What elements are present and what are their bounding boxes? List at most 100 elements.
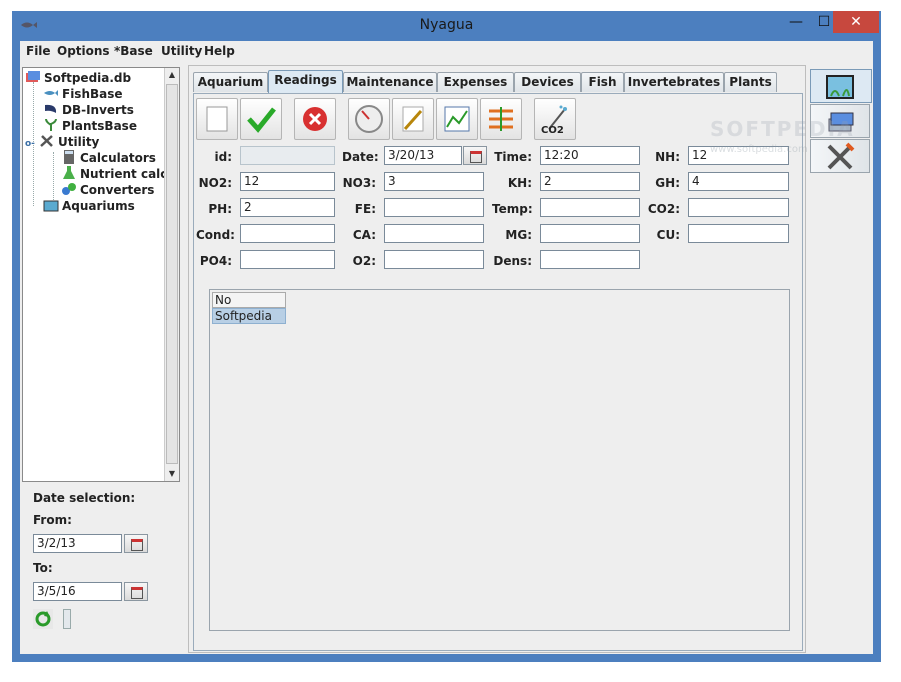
id-label: id: — [214, 150, 232, 164]
tree-label: Aquariums — [62, 199, 135, 213]
o2-field[interactable] — [384, 250, 484, 269]
side-tab-aquarium[interactable] — [810, 69, 872, 103]
date-field[interactable]: 3/20/13 — [384, 146, 462, 165]
calculator-icon — [64, 150, 74, 164]
to-label: To: — [33, 561, 53, 575]
tools-icon — [40, 135, 53, 147]
title-bar[interactable]: Nyagua — ☐ ✕ — [12, 11, 881, 41]
readings-list[interactable]: No selection Softpedia — [209, 289, 790, 631]
close-button[interactable]: ✕ — [833, 11, 879, 33]
tree-item-nutrient-calc[interactable]: Nutrient calcul — [61, 166, 180, 182]
tree-item-db-inverts[interactable]: DB-Inverts — [43, 102, 134, 118]
cond-field[interactable] — [240, 224, 335, 243]
temp-field[interactable] — [540, 198, 640, 217]
fe-field[interactable] — [384, 198, 484, 217]
no3-label: NO3: — [342, 176, 376, 190]
aquarium-icon — [43, 200, 59, 212]
dens-label: Dens: — [493, 254, 532, 268]
kh-label: KH: — [507, 176, 532, 190]
menu-base[interactable]: *Base — [114, 44, 153, 58]
tab-expenses[interactable]: Expenses — [437, 72, 514, 92]
progress-indicator — [63, 609, 71, 629]
chart-button[interactable] — [436, 98, 478, 140]
readings-tab-panel: CO2 id: Date: 3/20/13 Time: 12:20 NH: 12… — [193, 93, 803, 651]
from-date-field[interactable]: 3/2/13 — [33, 534, 122, 553]
tab-devices[interactable]: Devices — [514, 72, 581, 92]
cond-label: Cond: — [196, 228, 235, 242]
fe-label: FE: — [354, 202, 376, 216]
tree-scrollbar[interactable]: ▲ ▼ — [164, 68, 179, 481]
kh-field[interactable]: 2 — [540, 172, 640, 191]
gh-label: GH: — [655, 176, 680, 190]
ca-field[interactable] — [384, 224, 484, 243]
expand-toggle-icon[interactable]: o- — [25, 139, 39, 149]
tree-label: Softpedia.db — [44, 71, 132, 85]
menu-utility[interactable]: Utility — [161, 44, 202, 58]
menu-help[interactable]: Help — [204, 44, 235, 58]
navigation-tree[interactable]: Softpedia.db FishBase DB-Inverts PlantsB… — [22, 67, 180, 482]
tree-item-fishbase[interactable]: FishBase — [43, 86, 123, 102]
delete-button[interactable] — [294, 98, 336, 140]
edit-button[interactable] — [392, 98, 434, 140]
no2-field[interactable]: 12 — [240, 172, 335, 191]
dens-field[interactable] — [540, 250, 640, 269]
list-header[interactable]: No selection — [212, 292, 286, 321]
side-tab-tools[interactable] — [810, 139, 870, 173]
gauge-icon — [355, 105, 383, 133]
new-button[interactable] — [196, 98, 238, 140]
tree-item-utility[interactable]: o- Utility — [25, 134, 99, 150]
time-field[interactable]: 12:20 — [540, 146, 640, 165]
tab-plants[interactable]: Plants — [724, 72, 777, 92]
menu-bar: File Options *Base Utility Help — [20, 41, 873, 63]
minimize-button[interactable]: — — [782, 11, 810, 33]
co2-label: CO2: — [647, 202, 680, 216]
tree-item-converters[interactable]: Converters — [61, 182, 154, 198]
po4-field[interactable] — [240, 250, 335, 269]
converter-icon — [62, 183, 76, 195]
tree-label: Converters — [80, 183, 155, 197]
menu-options[interactable]: Options — [57, 44, 110, 58]
ph-field[interactable]: 2 — [240, 198, 335, 217]
save-button[interactable] — [240, 98, 282, 140]
date-calendar-icon[interactable] — [463, 146, 487, 165]
edit-icon — [402, 106, 424, 132]
gauge-button[interactable] — [348, 98, 390, 140]
tree-label: DB-Inverts — [62, 103, 134, 117]
shrimp-icon — [45, 104, 57, 113]
mg-field[interactable] — [540, 224, 640, 243]
to-calendar-icon[interactable] — [124, 582, 148, 601]
scroll-thumb[interactable] — [166, 84, 178, 464]
scroll-down-icon[interactable]: ▼ — [165, 467, 179, 481]
nh-label: NH: — [655, 150, 680, 164]
tree-item-aquariums[interactable]: Aquariums — [43, 198, 135, 214]
menu-file[interactable]: File — [26, 44, 51, 58]
database-icon — [26, 71, 40, 82]
co2-field[interactable] — [688, 198, 789, 217]
scroll-up-icon[interactable]: ▲ — [165, 68, 179, 82]
to-date-field[interactable]: 3/5/16 — [33, 582, 122, 601]
tree-item-plantsbase[interactable]: PlantsBase — [43, 118, 137, 134]
tab-maintenance[interactable]: Maintenance — [343, 72, 437, 92]
tab-readings[interactable]: Readings — [268, 70, 343, 94]
from-calendar-icon[interactable] — [124, 534, 148, 553]
temp-label: Temp: — [492, 202, 533, 216]
date-selection-panel: Date selection: From: 3/2/13 To: 3/5/16 — [22, 485, 180, 653]
no3-field[interactable]: 3 — [384, 172, 484, 191]
tab-fish[interactable]: Fish — [581, 72, 624, 92]
refresh-icon[interactable] — [33, 609, 53, 629]
watermark-url: www.softpedia.com — [710, 144, 808, 155]
tree-item-calculators[interactable]: Calculators — [61, 150, 156, 166]
tab-aquarium[interactable]: Aquarium — [193, 72, 268, 92]
date-selection-title: Date selection: — [33, 491, 136, 505]
po4-label: PO4: — [199, 254, 232, 268]
o2-label: O2: — [352, 254, 376, 268]
tree-item-root[interactable]: Softpedia.db — [25, 70, 131, 86]
cu-field[interactable] — [688, 224, 789, 243]
tab-bar: Aquarium Readings Maintenance Expenses D… — [193, 70, 803, 94]
co2-button[interactable]: CO2 — [534, 98, 576, 140]
settings-bars-button[interactable] — [480, 98, 522, 140]
list-item[interactable]: Softpedia — [212, 308, 286, 324]
gh-field[interactable]: 4 — [688, 172, 789, 191]
tab-invertebrates[interactable]: Invertebrates — [624, 72, 724, 92]
save-check-icon — [247, 107, 276, 133]
